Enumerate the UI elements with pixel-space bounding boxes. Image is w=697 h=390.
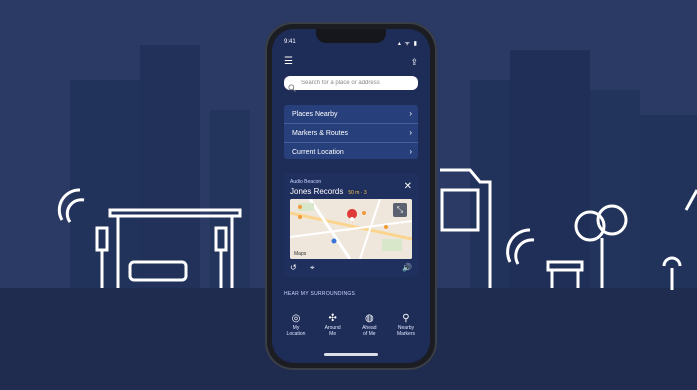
around-me-button[interactable]: ✣ Around Me xyxy=(315,313,351,347)
navigation-menu: Places Nearby › Markers & Routes › Curre… xyxy=(284,105,418,159)
app-promo-scene: 9:41 ▴ ᯤ ▮ ☰ ⇪ Places Nearby › Marke xyxy=(0,0,697,390)
section-heading: HEAR MY SURROUNDINGS xyxy=(284,291,356,297)
search-icon xyxy=(288,79,296,92)
chevron-right-icon: › xyxy=(409,128,412,137)
status-icons: ▴ ᯤ ▮ xyxy=(397,41,418,47)
search-input[interactable] xyxy=(299,79,413,87)
app-screen: 9:41 ▴ ᯤ ▮ ☰ ⇪ Places Nearby › Marke xyxy=(272,29,430,363)
nav-item-label: Markers & Routes xyxy=(292,129,349,137)
compass-arrows-icon: ✣ xyxy=(328,313,337,324)
my-location-button[interactable]: ◎ My Location xyxy=(278,313,314,347)
home-indicator xyxy=(324,353,378,356)
chevron-right-icon: › xyxy=(409,109,412,118)
nav-item-current-location[interactable]: Current Location › xyxy=(284,143,418,161)
surroundings-actions: ◎ My Location ✣ Around Me ◍ Ahead of Me … xyxy=(278,313,424,347)
target-icon: ◎ xyxy=(291,313,301,324)
nav-item-label: Current Location xyxy=(292,148,344,156)
beacon-map[interactable]: Maps ⤡ xyxy=(290,199,412,259)
status-bar: 9:41 ▴ ᯤ ▮ xyxy=(284,39,418,49)
status-time: 9:41 xyxy=(284,39,296,45)
maps-logo: Maps xyxy=(294,251,307,257)
top-bar: ☰ ⇪ xyxy=(284,57,418,69)
share-icon[interactable]: ⇪ xyxy=(410,57,418,67)
beacon-label: Audio Beacon xyxy=(290,179,322,185)
nav-item-places-nearby[interactable]: Places Nearby › xyxy=(284,105,418,124)
close-icon[interactable]: ✕ xyxy=(404,181,412,192)
search-bar[interactable] xyxy=(284,76,418,92)
marker-icon: ⚲ xyxy=(402,313,410,324)
beacon-distance: 50 m · 3 xyxy=(348,190,367,196)
ahead-of-me-button[interactable]: ◍ Ahead of Me xyxy=(351,313,387,347)
phone-device: 9:41 ▴ ᯤ ▮ ☰ ⇪ Places Nearby › Marke xyxy=(265,22,437,370)
nav-item-markers-routes[interactable]: Markers & Routes › xyxy=(284,124,418,143)
nearby-markers-button[interactable]: ⚲ Nearby Markers xyxy=(388,313,424,347)
replay-icon[interactable]: ↺ xyxy=(290,263,297,272)
beacon-place-name: Jones Records xyxy=(290,187,344,196)
expand-map-icon[interactable]: ⤡ xyxy=(393,203,407,217)
nav-item-label: Places Nearby xyxy=(292,110,338,118)
beacon-title: Jones Records 50 m · 3 xyxy=(290,187,367,196)
volume-icon[interactable]: 🔊 xyxy=(402,263,412,272)
audio-beacon-card: Audio Beacon Jones Records 50 m · 3 ✕ Ma… xyxy=(284,173,418,277)
radar-icon: ◍ xyxy=(364,313,374,324)
chevron-right-icon: › xyxy=(409,147,412,156)
hamburger-menu-icon[interactable]: ☰ xyxy=(284,57,293,67)
beacon-controls: ↺ ⌖ 🔊 xyxy=(290,263,412,273)
location-pin-icon[interactable]: ⌖ xyxy=(310,263,315,273)
